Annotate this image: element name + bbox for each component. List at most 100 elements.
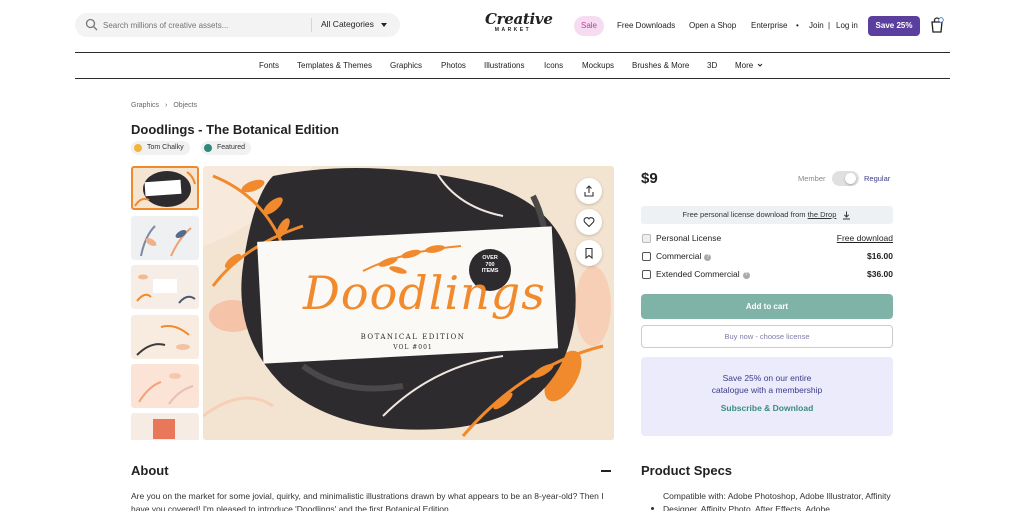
product-price: $9 — [641, 170, 658, 187]
hero-items-badge: OVER 700 ITEMS — [469, 255, 511, 275]
thumbnail-2-image — [131, 216, 199, 260]
share-button[interactable] — [576, 178, 602, 204]
product-specs-text: Compatible with: Adobe Photoshop, Adobe … — [663, 491, 891, 511]
info-icon[interactable]: ? — [704, 254, 712, 261]
thumbnail-6[interactable] — [131, 413, 199, 440]
free-downloads-link[interactable]: Free Downloads — [617, 21, 675, 30]
nav-separator: • — [796, 21, 799, 30]
license-name: Extended Commercial? — [656, 269, 750, 279]
author-avatar — [134, 144, 142, 152]
thumbnail-4-image — [131, 315, 199, 359]
thumbnail-5[interactable] — [131, 364, 199, 408]
license-name: Commercial? — [656, 251, 712, 261]
bookmark-button[interactable] — [576, 240, 602, 266]
license-price: $16.00 — [867, 251, 893, 261]
member-label: Member — [798, 174, 826, 183]
favorite-button[interactable] — [576, 209, 602, 235]
author-chip[interactable]: Tom Chalky — [131, 141, 190, 155]
breadcrumb-graphics[interactable]: Graphics — [131, 102, 159, 109]
logo-subtext: MARKET — [494, 27, 532, 33]
top-header: All Categories Creative MARKET Sale Free… — [75, 11, 950, 41]
membership-promo: Save 25% on our entire catalogue with a … — [641, 357, 893, 436]
thumbnail-3-image — [131, 265, 199, 309]
logo-wordmark: Creative — [485, 10, 553, 28]
save-25-button[interactable]: Save 25% — [868, 16, 920, 36]
promo-text: Save 25% on our entire catalogue with a … — [641, 372, 893, 396]
hero-subtitle: BOTANICAL EDITION — [360, 333, 466, 341]
nav-divider — [75, 78, 950, 79]
author-name: Tom Chalky — [147, 144, 184, 151]
free-download-link[interactable]: Free download — [837, 233, 893, 243]
breadcrumb: Graphics › Objects — [131, 102, 197, 109]
search-bar: All Categories — [75, 13, 400, 37]
subscribe-download-link[interactable]: Subscribe & Download — [641, 403, 893, 413]
heart-icon — [583, 217, 595, 228]
add-to-cart-button[interactable]: Add to cart — [641, 294, 893, 319]
thumbnail-strip — [131, 166, 199, 440]
personal-license-checkbox[interactable] — [642, 234, 651, 243]
category-nav: Fonts Templates & Themes Graphics Photos… — [75, 53, 950, 78]
search-divider — [311, 18, 312, 32]
search-input[interactable] — [103, 16, 303, 34]
info-icon[interactable]: ? — [742, 272, 750, 279]
thumbnail-4[interactable] — [131, 315, 199, 359]
the-drop-link[interactable]: the Drop — [808, 210, 837, 219]
bookmark-icon — [585, 247, 593, 259]
check-badge-icon — [204, 144, 212, 152]
featured-badge: Featured — [201, 141, 252, 155]
product-title: Doodlings - The Botanical Edition — [131, 122, 339, 137]
open-shop-link[interactable]: Open a Shop — [689, 21, 736, 30]
nav-mockups[interactable]: Mockups — [582, 61, 614, 70]
breadcrumb-objects[interactable]: Objects — [173, 102, 197, 109]
thumbnail-1-image — [131, 166, 199, 210]
nav-illustrations[interactable]: Illustrations — [484, 61, 524, 70]
nav-templates-themes[interactable]: Templates & Themes — [297, 61, 372, 70]
free-banner-text: Free personal license download from — [682, 210, 808, 219]
nav-pipe: | — [828, 21, 831, 30]
extended-license-checkbox[interactable] — [642, 270, 651, 279]
nav-brushes-more[interactable]: Brushes & More — [632, 61, 689, 70]
chevron-down-icon[interactable] — [757, 62, 763, 68]
nav-graphics[interactable]: Graphics — [390, 61, 422, 70]
thumbnail-5-image — [131, 364, 199, 408]
site-logo[interactable]: Creative MARKET — [485, 10, 553, 39]
category-select[interactable]: All Categories — [321, 19, 374, 29]
collapse-minus-icon[interactable] — [601, 470, 611, 472]
regular-label: Regular — [864, 174, 891, 183]
nav-icons[interactable]: Icons — [544, 61, 563, 70]
download-icon[interactable] — [842, 211, 851, 220]
thumbnail-6-image — [131, 413, 199, 440]
search-icon — [85, 18, 98, 31]
buy-now-button[interactable]: Buy now - choose license — [641, 325, 893, 348]
specs-bullet — [651, 507, 654, 510]
commercial-license-checkbox[interactable] — [642, 252, 651, 261]
product-specs-heading: Product Specs — [641, 463, 733, 478]
nav-more[interactable]: More — [735, 61, 753, 70]
license-name: Personal License — [656, 233, 722, 243]
nav-fonts[interactable]: Fonts — [259, 61, 279, 70]
license-commercial[interactable]: Commercial? $16.00 — [641, 250, 893, 264]
license-extended-commercial[interactable]: Extended Commercial? $36.00 — [641, 268, 893, 282]
thumbnail-2[interactable] — [131, 216, 199, 260]
cart-icon[interactable] — [930, 17, 944, 33]
license-personal[interactable]: Personal License Free download — [641, 232, 893, 246]
join-link[interactable]: Join — [809, 21, 824, 30]
product-hero-image[interactable]: Doodlings BOTANICAL EDITION VOL #001 OVE… — [203, 166, 614, 440]
toggle-knob — [845, 173, 856, 184]
nav-3d[interactable]: 3D — [707, 61, 717, 70]
promo-line-1: Save 25% on our entire — [722, 373, 812, 383]
enterprise-link[interactable]: Enterprise — [751, 21, 787, 30]
chevron-right-icon: › — [165, 102, 168, 109]
promo-line-2: catalogue with a membership — [711, 385, 823, 395]
hero-volume: VOL #001 — [393, 344, 433, 351]
thumbnail-1[interactable] — [131, 166, 199, 210]
thumbnail-3[interactable] — [131, 265, 199, 309]
login-link[interactable]: Log in — [836, 21, 858, 30]
hero-badge-line-3: ITEMS — [481, 268, 499, 274]
sale-link[interactable]: Sale — [574, 16, 604, 36]
chevron-down-icon[interactable] — [381, 23, 387, 27]
pricing-toggle[interactable] — [832, 171, 859, 186]
free-license-banner: Free personal license download from the … — [641, 206, 893, 224]
nav-photos[interactable]: Photos — [441, 61, 466, 70]
featured-label: Featured — [217, 144, 246, 151]
